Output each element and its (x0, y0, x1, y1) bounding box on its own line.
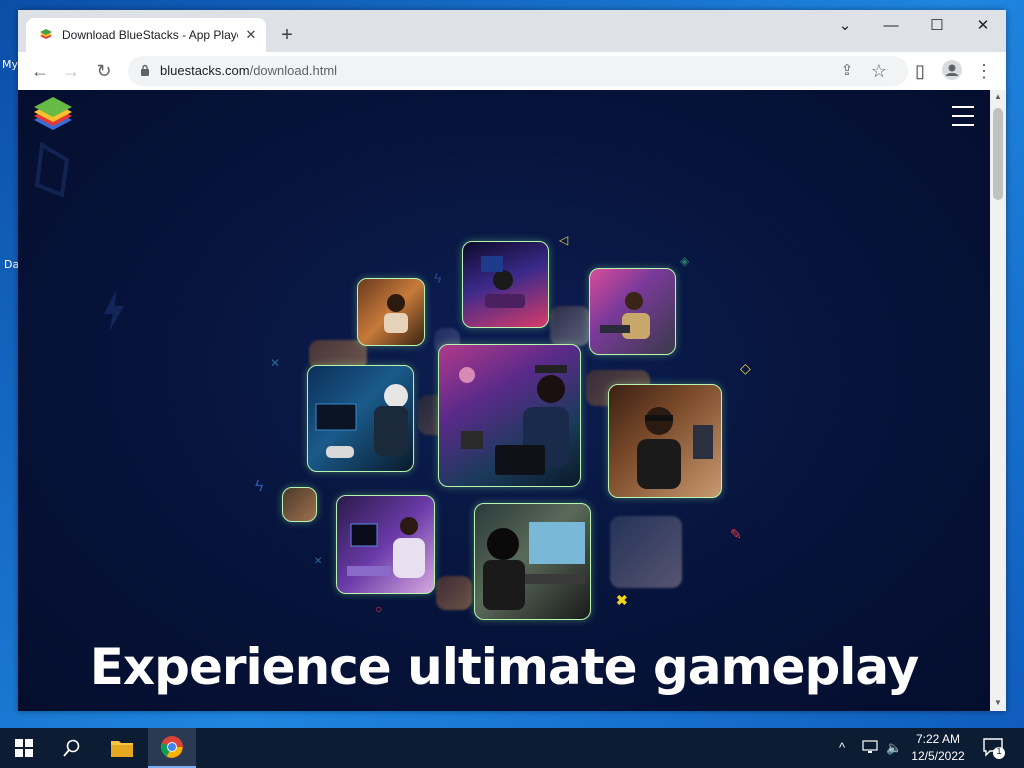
gamer-photo-small (282, 487, 317, 522)
chrome-icon[interactable] (148, 728, 196, 768)
gamer-photo-controller (307, 365, 414, 472)
tab-title: Download BlueStacks - App Player (62, 28, 238, 42)
notification-count-badge: 1 (996, 746, 1002, 756)
cross-decoration-icon: ✕ (314, 556, 323, 567)
hero-headline: Experience ultimate gameplay (89, 638, 919, 696)
url-text: bluestacks.com/download.html (160, 63, 337, 78)
clock-time: 7:22 AM (915, 732, 961, 746)
tab-strip: Download BlueStacks - App Player ✕ + ⌄ —… (18, 10, 1006, 52)
bookmark-star-icon[interactable]: ☆ (868, 60, 890, 82)
bluestacks-favicon-icon (38, 27, 54, 43)
chrome-menu-icon[interactable]: ⋮ (973, 60, 995, 82)
gamer-photo-top (462, 241, 549, 328)
network-icon[interactable] (862, 740, 878, 757)
url-domain: bluestacks.com (160, 63, 250, 78)
menu-line (952, 106, 974, 108)
gamer-photo-headphones (357, 278, 425, 346)
decorative-outline-shape (32, 140, 72, 203)
background-photo (610, 516, 682, 588)
minimize-button[interactable]: — (876, 16, 906, 36)
close-window-button[interactable]: ✕ (968, 16, 998, 36)
menu-line (952, 115, 974, 117)
background-photo (550, 306, 590, 346)
side-panel-icon[interactable]: ▯ (909, 60, 931, 82)
desktop-icon-label[interactable]: My (2, 58, 18, 71)
x-mark-decoration-icon: ✖ (616, 592, 628, 608)
gamer-photo-center-featured (438, 344, 581, 487)
page-viewport: ◁ ◈ ◇ ✕ ϟ ✕ ○ ✖ ✎ ϟ Experience ultimate … (18, 90, 990, 711)
share-icon[interactable]: ⇪ (836, 60, 858, 82)
small-shape-decoration-icon: ◈ (680, 254, 690, 268)
forward-button[interactable]: → (60, 60, 82, 82)
lock-icon[interactable] (140, 64, 150, 76)
maximize-button[interactable]: ☐ (922, 16, 952, 36)
lightning-outline-decoration-icon: ϟ (255, 478, 264, 495)
ring-decoration-icon: ○ (375, 602, 383, 616)
triangle-decoration-icon: ◁ (559, 233, 569, 247)
show-hidden-icons-chevron-icon[interactable]: ^ (839, 740, 845, 755)
cross-decoration-icon: ✕ (270, 356, 281, 370)
lightning-outline-decoration-icon: ϟ (434, 270, 442, 286)
volume-icon[interactable]: 🔈 (886, 740, 902, 756)
back-button[interactable]: ← (29, 60, 51, 82)
page-scrollbar[interactable]: ▲ ▼ (990, 90, 1006, 711)
tab-search-icon[interactable]: ⌄ (830, 16, 860, 36)
menu-line (952, 124, 974, 126)
browser-toolbar: ← → ↻ bluestacks.com/download.html ⇪ ☆ ▯… (18, 52, 1006, 91)
gamer-photo-bearded (589, 268, 676, 355)
windows-start-icon[interactable] (0, 728, 48, 768)
scrollbar-thumb[interactable] (993, 108, 1003, 200)
browser-window: Download BlueStacks - App Player ✕ + ⌄ —… (18, 10, 1006, 711)
tab-bluestacks[interactable]: Download BlueStacks - App Player ✕ (26, 18, 266, 52)
search-icon[interactable] (48, 728, 96, 768)
pencil-decoration-icon: ✎ (730, 526, 742, 542)
taskbar: ^ 🔈 7:22 AM 12/5/2022 1 (0, 728, 1024, 768)
lightning-decoration-icon (100, 290, 128, 335)
gamer-photo-glasses (608, 384, 722, 498)
background-photo (436, 576, 472, 610)
hamburger-menu-icon[interactable] (952, 106, 974, 126)
gamer-photo-purple-room (336, 495, 435, 594)
system-clock[interactable]: 7:22 AM 12/5/2022 (906, 731, 970, 765)
tab-close-icon[interactable]: ✕ (242, 27, 260, 43)
address-bar[interactable]: bluestacks.com/download.html ⇪ ☆ (128, 56, 908, 86)
diamond-decoration-icon: ◇ (740, 360, 751, 376)
profile-avatar-icon[interactable] (941, 60, 963, 82)
scroll-up-icon[interactable]: ▲ (993, 92, 1003, 102)
url-path: /download.html (249, 63, 338, 78)
gamer-photo-monitor (474, 503, 591, 620)
reload-button[interactable]: ↻ (93, 60, 115, 82)
desktop-icon-label[interactable]: Da (4, 258, 19, 271)
notification-center-icon[interactable]: 1 (982, 736, 1006, 760)
new-tab-button[interactable]: + (276, 24, 298, 46)
file-explorer-icon[interactable] (98, 728, 146, 768)
scroll-down-icon[interactable]: ▼ (993, 698, 1003, 708)
bluestacks-logo[interactable] (32, 94, 74, 138)
clock-date: 12/5/2022 (911, 749, 965, 763)
